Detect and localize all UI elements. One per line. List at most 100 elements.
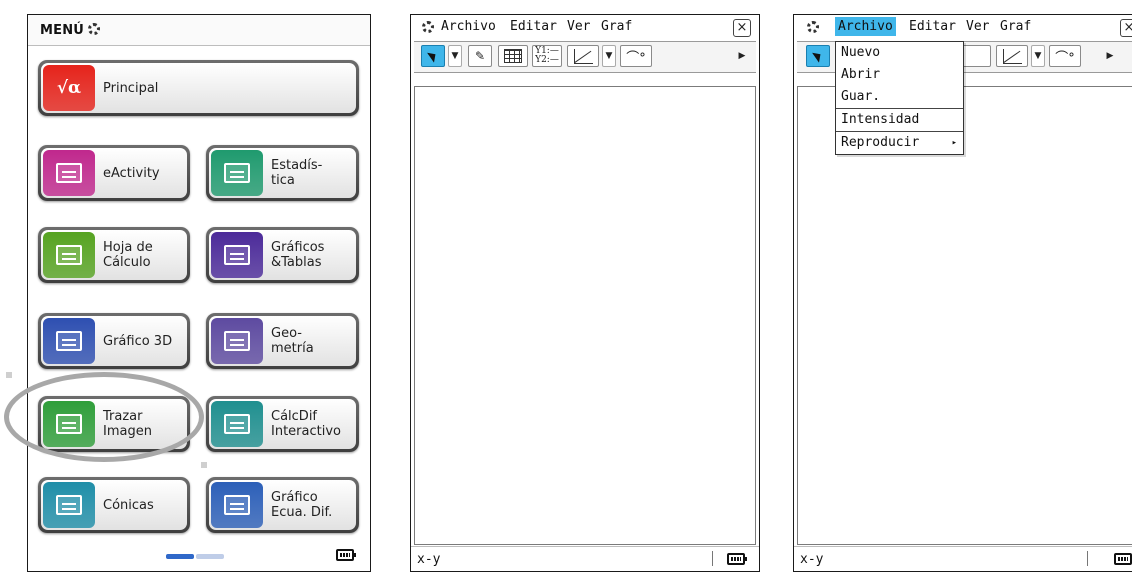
spreadsheet-icon	[43, 232, 95, 278]
highlight-ellipse	[4, 372, 204, 462]
menu-ver[interactable]: Ver	[567, 19, 590, 34]
table-tool-button[interactable]	[498, 45, 528, 67]
toolbar: ▼ ✎ Y1:— Y2:— ▼ ⌒° ▶	[414, 41, 756, 73]
curve-tool-button[interactable]: ⌒°	[620, 45, 652, 67]
plot-area[interactable]	[414, 86, 756, 545]
dropdown-arrow-button[interactable]: ▼	[448, 45, 462, 67]
menu-archivo[interactable]: Archivo	[441, 19, 496, 34]
app-button[interactable]: Gráfico Ecua. Dif.	[206, 477, 359, 533]
y-list-button[interactable]	[961, 45, 991, 67]
status-text: x-y	[417, 552, 441, 567]
status-separator	[1087, 551, 1088, 566]
menu-item-label: Reproducir	[841, 135, 920, 150]
icon-pictogram	[56, 495, 82, 515]
menu-editar[interactable]: Editar	[909, 19, 956, 34]
status-bar: x-y	[411, 546, 759, 571]
axes-icon	[573, 48, 593, 64]
app-button-face: √α Principal	[41, 63, 356, 113]
menu-editar[interactable]: Editar	[510, 19, 557, 34]
sqrt-alpha-icon: √α	[43, 65, 95, 111]
app-button-face: Gráficos &Tablas	[209, 230, 356, 280]
graphs-tables-icon	[211, 232, 263, 278]
menu-ver[interactable]: Ver	[966, 19, 989, 34]
graph-3d-icon	[43, 318, 95, 364]
icon-pictogram	[56, 331, 82, 351]
eactivity-icon	[43, 150, 95, 196]
pencil-tool-button[interactable]: ✎	[468, 45, 492, 67]
app-button-face: eActivity	[41, 148, 187, 198]
app-label: Cónicas	[103, 497, 154, 513]
page-indicator[interactable]	[166, 554, 226, 559]
icon-pictogram	[56, 245, 82, 265]
menu-graf[interactable]: Graf	[1000, 19, 1031, 34]
marker-square	[6, 372, 12, 378]
page-dot-active	[166, 554, 194, 559]
close-button[interactable]: ×	[733, 19, 751, 37]
pointer-tool-button[interactable]	[806, 45, 830, 67]
app-label: Geo- metría	[271, 326, 314, 356]
app-label: Gráficos &Tablas	[271, 240, 325, 270]
app-label: CálcDif Interactivo	[271, 409, 341, 439]
gear-icon[interactable]	[422, 21, 434, 33]
toolbar-scroll-right-button[interactable]: ▶	[1103, 45, 1117, 67]
menu-archivo[interactable]: Archivo	[835, 17, 896, 36]
app-button[interactable]: CálcDif Interactivo	[206, 396, 359, 452]
app-button[interactable]: Estadís- tica	[206, 145, 359, 201]
menu-header: MENÚ	[28, 15, 370, 46]
menubar: Archivo Editar Ver Graf ×	[411, 15, 759, 39]
menu-item-intensidad[interactable]: Intensidad	[836, 108, 963, 131]
app-button-face: Geo- metría	[209, 316, 356, 366]
menu-title: MENÚ	[40, 22, 101, 38]
y-list-button[interactable]: Y1:— Y2:—	[532, 45, 562, 67]
app-button[interactable]: Gráficos &Tablas	[206, 227, 359, 283]
status-bar: x-y	[794, 546, 1132, 571]
menu-graf[interactable]: Graf	[601, 19, 632, 34]
regression-tool-button[interactable]	[567, 45, 599, 67]
app-button[interactable]: eActivity	[38, 145, 190, 201]
menu-item-guardar[interactable]: Guar.	[836, 86, 963, 108]
icon-pictogram	[224, 331, 250, 351]
icon-glyph: √α	[56, 78, 82, 98]
battery-icon	[727, 553, 747, 565]
status-separator	[712, 551, 713, 566]
curve-tool-button[interactable]: ⌒°	[1049, 45, 1081, 67]
app-button[interactable]: √α Principal	[38, 60, 359, 116]
menu-item-reproducir[interactable]: Reproducir ▸	[836, 131, 963, 154]
axes-icon	[1002, 48, 1022, 64]
app-button-face: Cónicas	[41, 480, 187, 530]
menu-item-abrir[interactable]: Abrir	[836, 64, 963, 86]
icon-pictogram	[224, 414, 250, 434]
menu-item-nuevo[interactable]: Nuevo	[836, 42, 963, 64]
dropdown-arrow-button[interactable]: ▼	[1031, 45, 1045, 67]
regression-tool-button[interactable]	[996, 45, 1028, 67]
toolbar-scroll-right-button[interactable]: ▶	[735, 45, 749, 67]
pointer-icon	[427, 49, 439, 63]
archivo-dropdown-menu: Nuevo Abrir Guar. Intensidad Reproducir ▸	[835, 41, 964, 155]
pointer-icon	[812, 49, 824, 63]
app-label: Estadís- tica	[271, 158, 323, 188]
dropdown-arrow-button[interactable]: ▼	[602, 45, 616, 67]
app-button-face: Hoja de Cálculo	[41, 230, 187, 280]
app-button-face: Estadís- tica	[209, 148, 356, 198]
gear-icon[interactable]	[88, 23, 101, 35]
picture-plot-menu-open-screen: Archivo Editar Ver Graf × ▼ ⌒° ▶ Nuevo A…	[793, 14, 1132, 572]
table-icon	[504, 49, 522, 63]
statistics-icon	[211, 150, 263, 196]
app-button[interactable]: Geo- metría	[206, 313, 359, 369]
differential-calc-icon	[211, 401, 263, 447]
app-button[interactable]: Gráfico 3D	[38, 313, 190, 369]
app-button-face: CálcDif Interactivo	[209, 399, 356, 449]
pointer-tool-button[interactable]	[421, 45, 445, 67]
app-button[interactable]: Cónicas	[38, 477, 190, 533]
battery-icon	[336, 549, 356, 561]
icon-pictogram	[56, 163, 82, 183]
app-button-face: Gráfico Ecua. Dif.	[209, 480, 356, 530]
app-label: Gráfico 3D	[103, 333, 173, 349]
status-text: x-y	[800, 552, 824, 567]
app-button[interactable]: Hoja de Cálculo	[38, 227, 190, 283]
close-button[interactable]: ×	[1120, 19, 1132, 37]
gear-icon[interactable]	[807, 21, 819, 33]
icon-pictogram	[224, 245, 250, 265]
icon-pictogram	[224, 495, 250, 515]
menubar: Archivo Editar Ver Graf ×	[794, 15, 1132, 39]
